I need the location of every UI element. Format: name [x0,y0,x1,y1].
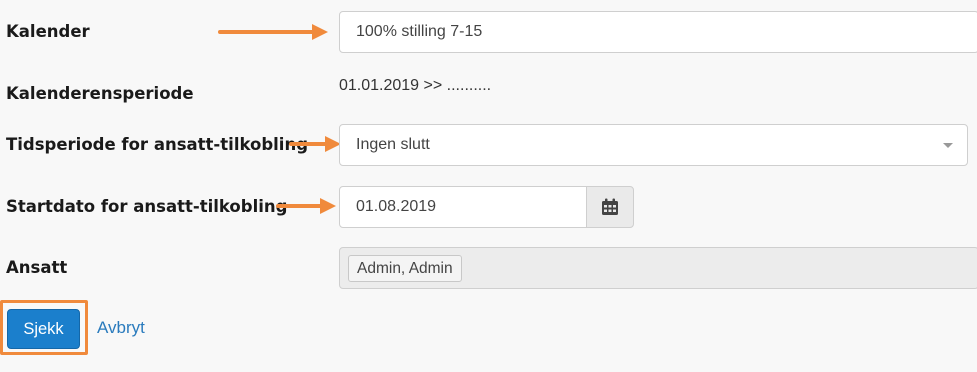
employee-tag-input[interactable]: Admin, Admin [339,247,977,289]
calendar-input-value: 100% stilling 7-15 [356,23,483,40]
calendar-period-label: Kalenderensperiode [6,84,194,103]
time-period-select[interactable]: Ingen slutt [339,124,968,166]
annotation-arrow-time-period [289,136,341,152]
cancel-link[interactable]: Avbryt [97,318,145,338]
annotation-arrow-calendar [218,24,328,40]
calendar-period-value: 01.01.2019 >> .......... [339,77,492,94]
chevron-down-icon [943,143,953,148]
start-date-input[interactable]: 01.08.2019 [339,186,587,228]
calendar-label: Kalender [6,22,90,41]
check-button[interactable]: Sjekk [7,309,80,349]
time-period-label: Tidsperiode for ansatt-tilkobling [6,135,309,154]
date-picker-button[interactable] [586,186,634,228]
start-date-label: Startdato for ansatt-tilkobling [6,197,288,216]
calendar-input[interactable]: 100% stilling 7-15 [339,11,977,53]
employee-tag[interactable]: Admin, Admin [348,255,462,282]
employee-label: Ansatt [6,258,68,277]
annotation-arrow-start-date [276,198,336,214]
connect-employee-form: Kalender 100% stilling 7-15 Kalenderensp… [0,0,977,372]
start-date-input-value: 01.08.2019 [356,198,437,215]
calendar-icon [602,198,618,215]
time-period-selected-value: Ingen slutt [356,136,430,153]
